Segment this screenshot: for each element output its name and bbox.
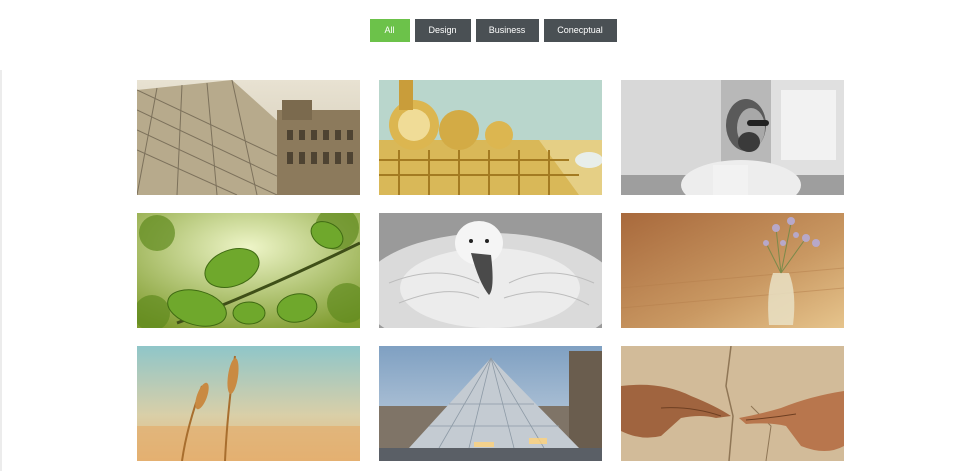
flower-vase-image: [621, 213, 844, 328]
green-leaves-image: [137, 213, 360, 328]
portfolio-item-swan[interactable]: [379, 213, 602, 328]
portfolio-item-pyramid-dusk[interactable]: [379, 346, 602, 461]
portfolio-item-golden-gate[interactable]: [379, 80, 602, 195]
filter-business[interactable]: Business: [475, 19, 539, 42]
portfolio-item-wheat[interactable]: [137, 346, 360, 461]
filter-conceptual[interactable]: Conecptual: [543, 19, 617, 42]
golden-gate-image: [379, 80, 602, 195]
hands-fresco-image: [621, 346, 844, 461]
portfolio-item-man-portrait[interactable]: [621, 80, 844, 195]
portfolio-item-green-leaves[interactable]: [137, 213, 360, 328]
portfolio-item-pyramid-sepia[interactable]: [137, 80, 360, 195]
man-portrait-image: [621, 80, 844, 195]
filter-all[interactable]: All: [369, 19, 410, 42]
wheat-image: [137, 346, 360, 461]
pyramid-dusk-image: [379, 346, 602, 461]
left-edge-divider: [0, 70, 2, 471]
filter-bar: All Design Business Conecptual: [0, 19, 980, 42]
portfolio-grid: [137, 80, 844, 461]
portfolio-item-flower-vase[interactable]: [621, 213, 844, 328]
swan-image: [379, 213, 602, 328]
filter-design[interactable]: Design: [414, 19, 471, 42]
portfolio-page: All Design Business Conecptual: [0, 0, 980, 471]
portfolio-item-hands-fresco[interactable]: [621, 346, 844, 461]
pyramid-sepia-image: [137, 80, 360, 195]
